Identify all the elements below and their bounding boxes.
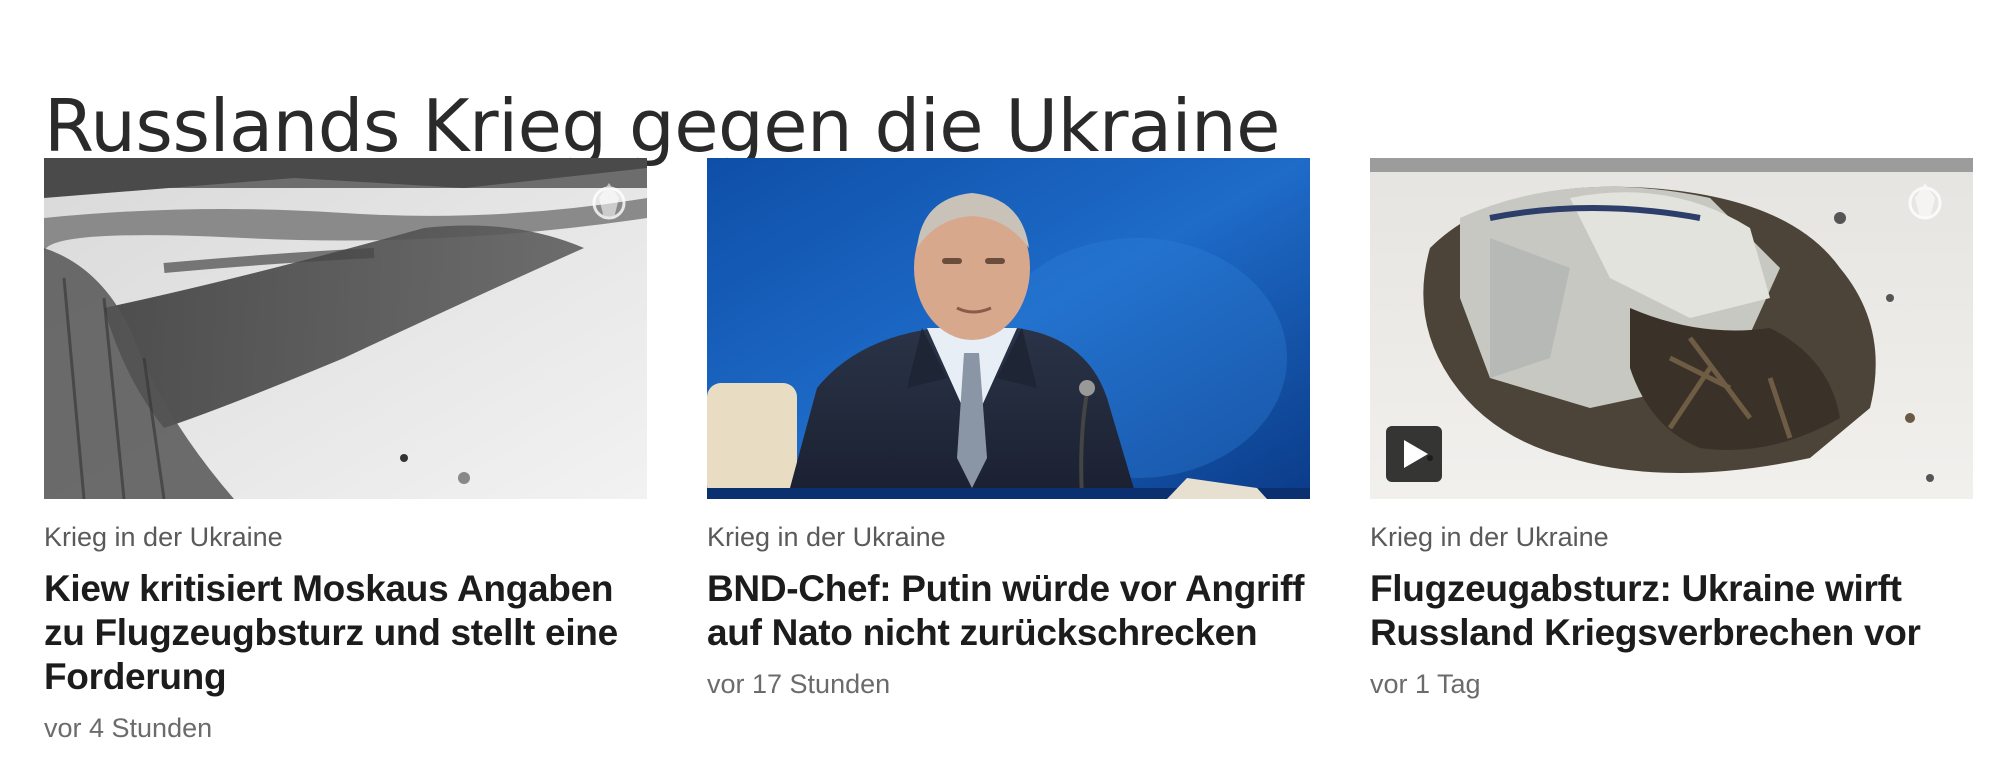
play-icon[interactable]: [1386, 426, 1442, 482]
article-image[interactable]: [44, 158, 647, 499]
article-headline[interactable]: Flugzeugabsturz: Ukraine wirft Russland …: [1370, 567, 1973, 655]
article-timestamp: vor 1 Tag: [1370, 669, 1481, 700]
article-card[interactable]: Krieg in der Ukraine BND-Chef: Putin wür…: [707, 158, 1310, 702]
article-card[interactable]: Krieg in der Ukraine Flugzeugabsturz: Uk…: [1370, 158, 1973, 702]
article-kicker: Krieg in der Ukraine: [1370, 522, 1609, 552]
article-timestamp: vor 17 Stunden: [707, 669, 891, 700]
article-image[interactable]: [1370, 158, 1973, 499]
article-kicker: Krieg in der Ukraine: [707, 522, 946, 552]
article-headline[interactable]: Kiew kritisiert Moskaus Angaben zu Flugz…: [44, 567, 647, 699]
section-title[interactable]: Russlands Krieg gegen die Ukraine: [44, 90, 1280, 162]
article-kicker: Krieg in der Ukraine: [44, 522, 283, 552]
article-timestamp: vor 4 Stunden: [44, 713, 213, 744]
article-image[interactable]: [707, 158, 1310, 499]
article-card[interactable]: Krieg in der Ukraine Kiew kritisiert Mos…: [44, 158, 647, 746]
article-headline[interactable]: BND-Chef: Putin würde vor Angriff auf Na…: [707, 567, 1310, 655]
